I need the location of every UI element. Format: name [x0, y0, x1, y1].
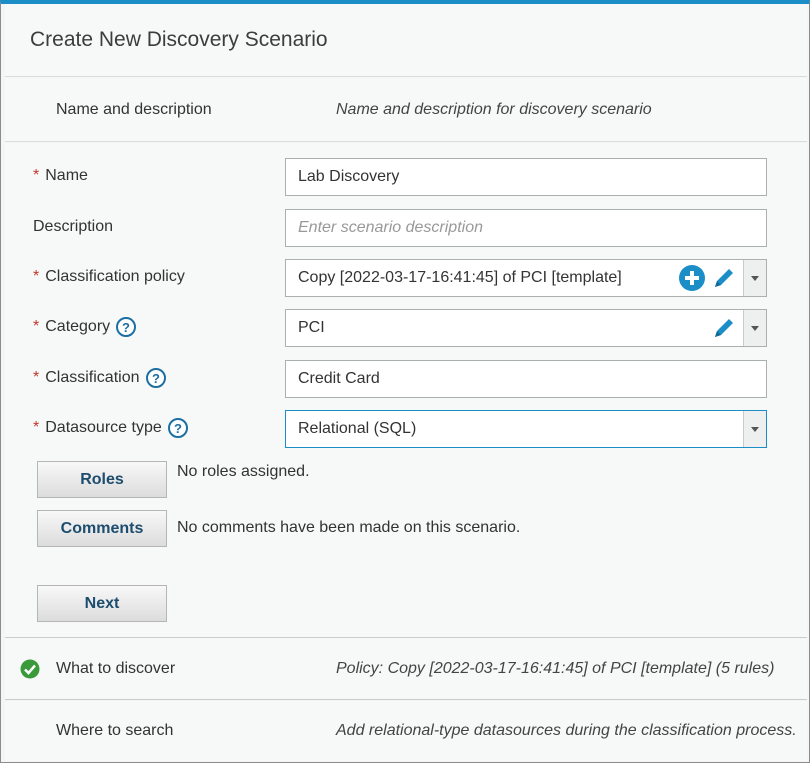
category-value: PCI: [298, 319, 325, 336]
roles-button[interactable]: Roles: [37, 461, 167, 498]
comments-button[interactable]: Comments: [37, 510, 167, 547]
dialog-header: Create New Discovery Scenario: [5, 4, 807, 77]
question-circle-icon[interactable]: ?: [145, 368, 166, 388]
dialog-window: Create New Discovery Scenario Name and d…: [0, 0, 810, 763]
step-name: Name and description: [56, 100, 212, 118]
step-name: What to discover: [56, 659, 176, 677]
next-button[interactable]: Next: [37, 585, 167, 622]
check-circle-icon: [20, 659, 40, 679]
policy-actions: [678, 264, 738, 292]
dialog-title: Create New Discovery Scenario: [30, 28, 328, 51]
chevron-down-icon[interactable]: [743, 411, 766, 447]
required-marker: *: [33, 419, 40, 436]
name-input[interactable]: Lab Discovery: [285, 158, 767, 196]
required-marker: *: [33, 318, 40, 335]
name-label-text: Name: [45, 167, 88, 184]
required-marker: *: [33, 369, 40, 386]
comments-note: No comments have been made on this scena…: [177, 519, 521, 536]
required-marker: *: [33, 167, 40, 184]
datasource-type-label: * Datasource type ?: [33, 418, 188, 438]
datasource-type-select[interactable]: Relational (SQL): [285, 410, 767, 448]
step-summary: Name and description for discovery scena…: [336, 100, 652, 118]
classification-input[interactable]: Credit Card: [285, 360, 767, 398]
classification-policy-value: Copy [2022-03-17-16:41:45] of PCI [templ…: [298, 269, 622, 286]
svg-text:?: ?: [122, 320, 130, 335]
roles-note: No roles assigned.: [177, 463, 310, 480]
classification-label-text: Classification: [45, 369, 140, 386]
step-where-to-search[interactable]: Where to search Add relational-type data…: [5, 701, 807, 761]
description-label-text: Description: [33, 218, 114, 235]
description-label: Description: [33, 218, 113, 236]
category-select[interactable]: PCI: [285, 309, 767, 347]
step-summary: Add relational-type datasources during t…: [336, 722, 797, 739]
datasource-type-label-text: Datasource type: [45, 419, 162, 436]
classification-policy-label-text: Classification policy: [45, 268, 185, 285]
pencil-icon[interactable]: [710, 314, 738, 342]
name-input-value: Lab Discovery: [298, 168, 400, 185]
question-circle-icon[interactable]: ?: [167, 418, 188, 438]
classification-policy-label: * Classification policy: [33, 268, 185, 286]
category-actions: [710, 314, 738, 342]
classification-value: Credit Card: [298, 370, 380, 387]
step-name: Where to search: [56, 722, 174, 739]
required-marker: *: [33, 268, 40, 285]
name-label: * Name: [33, 167, 88, 185]
svg-text:?: ?: [174, 421, 182, 436]
classification-label: * Classification ?: [33, 368, 166, 388]
form-panel: * Name Lab Discovery Description Enter s…: [5, 143, 807, 637]
chevron-down-icon[interactable]: [743, 310, 766, 346]
pencil-icon[interactable]: [710, 264, 738, 292]
datasource-type-value: Relational (SQL): [298, 420, 417, 437]
chevron-down-icon[interactable]: [743, 260, 766, 296]
step-name-and-description[interactable]: Name and description Name and descriptio…: [5, 78, 807, 142]
description-placeholder: Enter scenario description: [298, 219, 483, 236]
step-what-to-discover[interactable]: What to discover Policy: Copy [2022-03-1…: [5, 637, 807, 700]
plus-circle-icon[interactable]: [678, 264, 706, 292]
description-input[interactable]: Enter scenario description: [285, 209, 767, 247]
svg-text:?: ?: [152, 371, 160, 386]
classification-policy-select[interactable]: Copy [2022-03-17-16:41:45] of PCI [templ…: [285, 259, 767, 297]
question-circle-icon[interactable]: ?: [116, 317, 137, 337]
step-summary: Policy: Copy [2022-03-17-16:41:45] of PC…: [336, 659, 775, 677]
category-label-text: Category: [45, 318, 111, 335]
category-label: * Category ?: [33, 317, 137, 337]
